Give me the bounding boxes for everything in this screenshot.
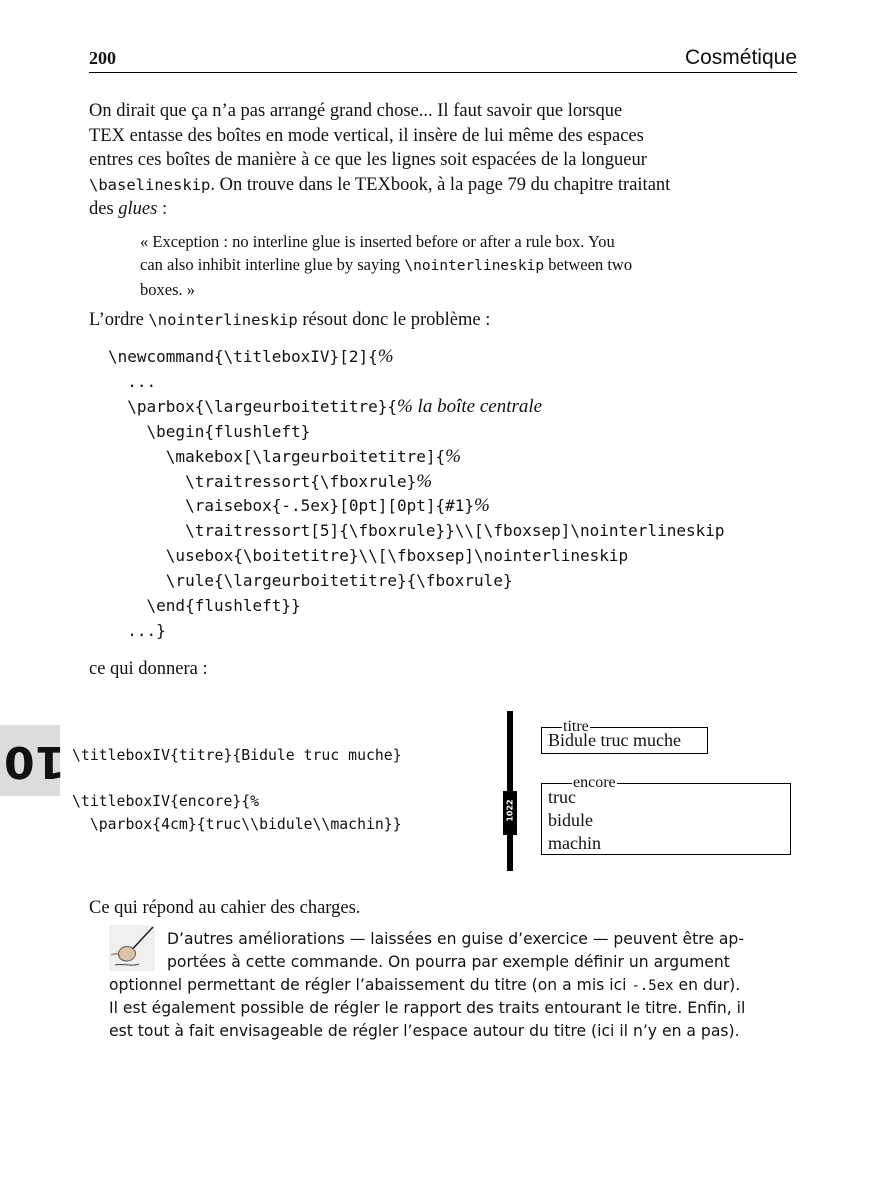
example-source-line: \parbox{4cm}{truc\\bidule\\machin}} [72, 816, 402, 833]
para-line: TEX entasse des boîtes en mode vertical,… [89, 125, 644, 146]
code-line: \traitressort{\fboxrule}% [108, 470, 433, 492]
page-header: 200 Cosmétique [89, 44, 797, 73]
code-line: \rule{\largeurboitetitre}{\fboxrule} [108, 571, 513, 591]
order-paragraph: L’ordre \nointerlineskip résout donc le … [89, 310, 491, 330]
chapter-tab-number: 10 [4, 736, 66, 788]
chapter-tab: 10 [0, 725, 65, 796]
code-line: \raisebox{-.5ex}[0pt][0pt]{#1}% [108, 495, 490, 517]
box-line: truc [548, 787, 576, 807]
example-source-line: \titleboxIV{titre}{Bidule truc muche} [72, 747, 402, 764]
code-listing: \newcommand{\titleboxIV}[2]{% ... \parbo… [108, 345, 725, 644]
box-line: machin [548, 833, 601, 853]
texbook-quote: « Exception : no interline glue is inser… [140, 232, 633, 299]
box-content: truc bidule machin [548, 786, 601, 855]
para-line: \baselineskip. On trouve dans le TEXbook… [89, 174, 671, 195]
inline-command: \nointerlineskip [148, 311, 298, 329]
code-line: \makebox[\largeurboitetitre]{% [108, 445, 461, 467]
code-line: \newcommand{\titleboxIV}[2]{% [108, 346, 394, 367]
inline-command: \baselineskip [89, 175, 211, 194]
box-content: Bidule truc muche [548, 730, 681, 750]
code-line: ...} [108, 620, 166, 640]
box-line: bidule [548, 810, 593, 830]
code-line: \traitressort[5]{\fboxrule}}\\[\fboxsep]… [108, 521, 725, 541]
page-number: 200 [89, 48, 116, 68]
result-intro: ce qui donnera : [89, 659, 208, 679]
code-line: \usebox{\boitetitre}\\[\fboxsep]\nointer… [108, 546, 629, 566]
code-line: \parbox{\largeurboitetitre}{% la boîte c… [108, 395, 543, 417]
titled-box-titre: titre Bidule truc muche [541, 719, 708, 754]
para-line: entres ces boîtes de manière à ce que le… [89, 150, 647, 171]
emphasis: glues [118, 199, 158, 220]
code-comment: % la boîte centrale [396, 395, 543, 417]
code-line: \end{flushleft}} [108, 596, 301, 616]
intro-paragraph: On dirait que ça n’a pas arrangé grand c… [89, 99, 797, 222]
example-number-badge: 1022 [503, 791, 517, 835]
para-line: des glues : [89, 199, 168, 220]
para-line: On dirait que ça n’a pas arrangé grand c… [89, 101, 623, 121]
titled-box-encore: encore truc bidule machin [541, 775, 791, 855]
example-source-line: \titleboxIV{encore}{% [72, 793, 260, 810]
exercise-note: D’autres améliorations — laissées en gui… [109, 930, 746, 1041]
code-line: \begin{flushleft} [108, 421, 311, 441]
inline-command: \nointerlineskip [404, 258, 545, 274]
inline-command: -.5ex [631, 977, 674, 994]
chapter-title: Cosmétique [684, 46, 797, 69]
code-line: ... [108, 371, 157, 391]
conclusion-paragraph: Ce qui répond au cahier des charges. [89, 898, 361, 918]
